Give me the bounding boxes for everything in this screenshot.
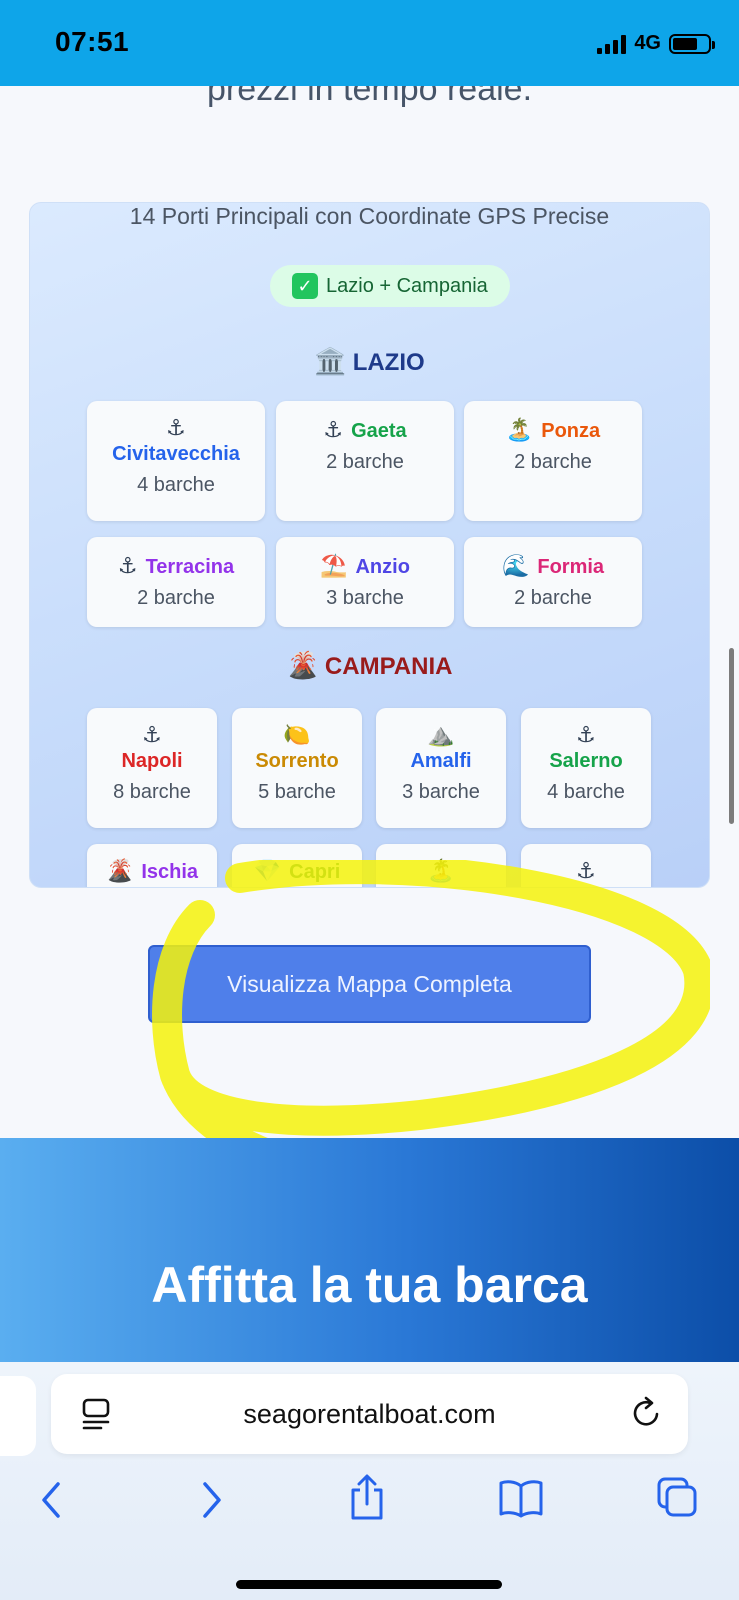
region-heading-campania: 🌋 CAMPANIA — [30, 650, 709, 681]
rent-boat-banner: Affitta la tua barca — [0, 1138, 739, 1370]
port-card[interactable]: ⛱️ Anzio 3 barche — [276, 537, 454, 627]
port-name: Anzio — [355, 556, 410, 578]
port-card[interactable]: 💎 Capri — [232, 844, 362, 887]
view-full-map-button[interactable]: Visualizza Mappa Completa — [148, 945, 591, 1023]
port-name: Sorrento — [255, 750, 339, 772]
port-name-row: 🏝️ Ponza — [464, 417, 642, 443]
port-boat-count: 2 barche — [514, 451, 592, 473]
port-card[interactable]: ⚓ Gaeta 2 barche — [276, 401, 454, 521]
port-name: Ischia — [141, 861, 199, 883]
ports-card: 14 Porti Principali con Coordinate GPS P… — [29, 202, 710, 888]
regions-chip: ✓ Lazio + Campania — [270, 265, 510, 307]
port-name: Gaeta — [351, 420, 407, 442]
port-boat-count: 8 barche — [113, 781, 191, 803]
port-card[interactable]: ⚓ Civitavecchia 4 barche — [87, 401, 265, 521]
share-icon[interactable] — [348, 1474, 386, 1522]
battery-icon — [669, 33, 715, 54]
port-boat-count: 5 barche — [258, 781, 336, 803]
port-name-row: ⚓ Terracina — [87, 553, 265, 579]
classical-building-icon: 🏛️ — [314, 346, 347, 376]
port-icon: 🌋 — [105, 858, 134, 883]
port-icon: 💎 — [253, 858, 282, 883]
port-card[interactable]: ⚓ Napoli 8 barche — [87, 708, 217, 828]
port-name: Capri — [289, 861, 341, 883]
port-card[interactable]: 🌊 Formia 2 barche — [464, 537, 642, 627]
port-boat-count: 2 barche — [137, 587, 215, 609]
browser-toolbar — [0, 1474, 739, 1534]
back-icon[interactable] — [38, 1480, 66, 1520]
reader-mode-icon[interactable] — [81, 1398, 111, 1430]
port-name: Napoli — [121, 750, 183, 772]
port-name-row: 💎 Capri — [232, 858, 362, 884]
port-card[interactable]: 🌋 Ischia — [87, 844, 217, 887]
address-bar[interactable]: seagorentalboat.com — [51, 1374, 688, 1454]
port-icon: ⚓ — [576, 722, 596, 747]
port-icon: ⚓ — [117, 553, 138, 578]
port-card[interactable]: 🏝️ Ponza 2 barche — [464, 401, 642, 521]
port-name: Ponza — [541, 420, 601, 442]
reload-icon[interactable] — [630, 1396, 662, 1430]
port-icon: 🏝️ — [505, 417, 534, 442]
port-icon: 🍋 — [283, 722, 311, 747]
banner-title: Affitta la tua barca — [151, 1257, 588, 1313]
forward-icon[interactable] — [197, 1480, 225, 1520]
port-name: Amalfi — [410, 750, 472, 772]
port-card[interactable]: ⚓ Salerno 4 barche — [521, 708, 651, 828]
scroll-indicator[interactable] — [729, 648, 734, 824]
regions-chip-label: Lazio + Campania — [326, 274, 488, 297]
port-name-row: 🌊 Formia — [464, 553, 642, 579]
port-icon: 🏝️ — [427, 858, 455, 883]
volcano-icon: 🌋 — [286, 650, 319, 680]
port-boat-count: 2 barche — [326, 451, 404, 473]
port-name-row: ⛱️ Anzio — [276, 553, 454, 579]
port-icon: 🌊 — [501, 553, 530, 578]
region-heading-lazio: 🏛️ LAZIO — [30, 346, 709, 377]
network-type: 4G — [634, 32, 661, 54]
port-name-row: 🌋 Ischia — [87, 858, 217, 884]
port-boat-count: 4 barche — [137, 474, 215, 496]
port-card[interactable]: ⚓ — [521, 844, 651, 887]
port-name: Salerno — [549, 750, 623, 772]
port-name: Terracina — [145, 556, 235, 578]
port-boat-count: 3 barche — [326, 587, 404, 609]
port-name: Formia — [537, 556, 605, 578]
port-boat-count: 4 barche — [547, 781, 625, 803]
port-card[interactable]: ⚓ Terracina 2 barche — [87, 537, 265, 627]
port-card[interactable]: 🍋 Sorrento 5 barche — [232, 708, 362, 828]
check-icon: ✓ — [292, 273, 318, 299]
status-time-overlay: 07:51 — [55, 26, 130, 57]
port-boat-count: 3 barche — [402, 781, 480, 803]
tabs-icon[interactable] — [656, 1476, 698, 1518]
region-heading-campania-label: CAMPANIA — [324, 653, 453, 680]
region-heading-lazio-label: LAZIO — [352, 349, 425, 376]
browser-bottom-bar: seagorentalboat.com — [0, 1362, 739, 1600]
port-icon: ⛰️ — [427, 722, 455, 747]
port-icon: ⚓ — [576, 858, 596, 883]
port-name: Civitavecchia — [112, 443, 240, 465]
port-boat-count: 2 barche — [514, 587, 592, 609]
home-indicator[interactable] — [236, 1580, 502, 1589]
port-card[interactable]: 🏝️ — [376, 844, 506, 887]
address-bar-url: seagorentalboat.com — [243, 1398, 496, 1429]
previous-tab-peek[interactable] — [0, 1376, 36, 1456]
ports-title: 14 Porti Principali con Coordinate GPS P… — [129, 203, 610, 229]
port-icon: ⚓ — [323, 417, 344, 442]
port-icon: ⚓ — [166, 415, 186, 440]
port-card[interactable]: ⛰️ Amalfi 3 barche — [376, 708, 506, 828]
port-name-row: ⚓ Gaeta — [276, 417, 454, 443]
cellular-signal-icon — [597, 34, 627, 54]
port-icon: ⚓ — [142, 722, 162, 747]
bookmarks-icon[interactable] — [498, 1478, 544, 1518]
status-indicators-overlay: 4G — [597, 32, 715, 55]
port-icon: ⛱️ — [320, 553, 348, 578]
